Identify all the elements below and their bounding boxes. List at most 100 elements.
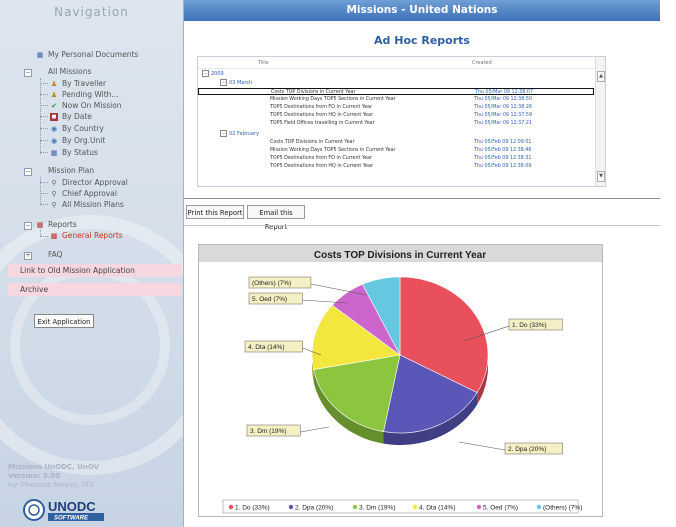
table-row[interactable]: TOP5 Field Offices travelling in Current…	[198, 120, 594, 127]
report-created: Thu 05/Feb 09 12:38:46	[474, 148, 532, 153]
legend-marker	[228, 504, 234, 510]
report-title: Costs TOP Divisions in Current Year	[270, 140, 355, 145]
magnifier-icon: ⚲	[51, 189, 57, 198]
sidebar-item-all-mission-plans[interactable]: ⚲ All Mission Plans	[50, 200, 123, 209]
expand-toggle-faq[interactable]: +	[24, 252, 32, 260]
report-title: Mission Working Days TOP5 Sections in Cu…	[270, 97, 396, 102]
sidebar-item-general-reports[interactable]: ▩ General Reports	[50, 231, 123, 240]
document-icon: ▦	[36, 50, 44, 59]
report-created: Thu 05/Mar 09 12:38:50	[474, 97, 533, 102]
legend-label: 2. Dpa (20%)	[295, 505, 333, 512]
tree-branch	[40, 204, 48, 205]
sidebar-item-label: Mission Plan	[48, 166, 95, 175]
chart-legend: 1. Do (33%) 2. Dpa (20%) 3. Dm (19%) 4. Dta…	[222, 499, 582, 514]
collapse-icon[interactable]: −	[220, 130, 227, 137]
tree-node-year[interactable]: − 2009	[202, 70, 224, 77]
print-report-button[interactable]: Print this Report	[186, 205, 244, 219]
sidebar-item-label: Director Approval	[62, 178, 128, 187]
link-old-mission-application[interactable]: Link to Old Mission Application	[8, 264, 182, 277]
data-label: 2. Dpa (20%)	[508, 446, 546, 453]
sidebar-item-now-on-mission[interactable]: ✔ Now On Mission	[50, 101, 122, 110]
tree-branch	[40, 236, 48, 237]
table-scrollbar[interactable]: ▲ ▼	[595, 57, 605, 186]
sidebar-item-pending-with[interactable]: ♟ Pending With...	[50, 90, 119, 99]
sidebar-item-my-personal-documents[interactable]: ▦ My Personal Documents	[36, 50, 139, 59]
legend-label: 1. Do (33%)	[235, 505, 270, 512]
sidebar-item-all-missions[interactable]: All Missions	[48, 67, 91, 76]
sidebar-item-by-traveller[interactable]: ♟ By Traveller	[50, 79, 106, 88]
tree-branch	[40, 128, 48, 129]
sidebar-item-reports[interactable]: ▩ Reports	[36, 220, 77, 229]
legend-marker	[352, 504, 358, 510]
navigation-sidebar: Navigation ▦ My Personal Documents − All…	[0, 0, 184, 527]
checkmark-icon: ✔	[51, 101, 57, 110]
tree-branch	[40, 83, 48, 84]
person-icon: ♟	[50, 90, 58, 99]
sidebar-item-label: Now On Mission	[62, 101, 122, 110]
month-label: 02 February	[229, 130, 260, 137]
window-title-bar: Missions - United Nations	[184, 0, 660, 21]
sidebar-item-director-approval[interactable]: ⚲ Director Approval	[50, 178, 128, 187]
tree-node-month[interactable]: − 03 March	[220, 79, 252, 86]
data-label: (Others) (7%)	[252, 280, 291, 287]
table-row[interactable]: TOP5 Destinations from FO in Current Yea…	[198, 104, 594, 111]
sidebar-item-label: General Reports	[62, 231, 123, 240]
header-divider	[198, 68, 594, 69]
sidebar-item-label: By Date	[62, 112, 92, 121]
report-created: Thu 05/Mar 09 12:37:59	[474, 113, 533, 118]
org-icon: ◉	[50, 136, 58, 145]
table-row[interactable]: TOP5 Destinations from HQ in Current Yea…	[198, 163, 594, 170]
table-row[interactable]: Mission Working Days TOP5 Sections in Cu…	[198, 96, 594, 103]
unodc-logo: UNODC SOFTWARE	[23, 499, 104, 522]
logo-text: UNODC	[48, 499, 96, 514]
data-label: 3. Dm (19%)	[250, 428, 286, 435]
collapse-toggle-all-missions[interactable]: −	[24, 69, 32, 77]
data-label-leader	[458, 441, 506, 451]
collapse-toggle-mission-plan[interactable]: −	[24, 168, 32, 176]
tree-node-month[interactable]: − 02 February	[220, 130, 259, 137]
month-label: 03 March	[229, 79, 253, 86]
navigation-title: Navigation	[54, 5, 129, 19]
email-report-button[interactable]: Email this Report	[247, 205, 305, 231]
collapse-icon[interactable]: −	[220, 79, 227, 86]
data-label: 1. Do (33%)	[512, 322, 547, 329]
table-row[interactable]: Costs TOP Divisions in Current Year Thu …	[198, 139, 594, 146]
person-icon: ♟	[50, 79, 58, 88]
tree-branch	[40, 116, 48, 117]
table-row[interactable]: TOP5 Destinations from HQ in Current Yea…	[198, 112, 594, 119]
scroll-up-icon[interactable]: ▲	[597, 71, 605, 82]
report-title: TOP5 Destinations from HQ in Current Yea…	[270, 164, 373, 169]
sidebar-item-by-org-unit[interactable]: ◉ By Org.Unit	[50, 136, 105, 145]
exit-application-button[interactable]: Exit Application	[34, 314, 94, 328]
table-row[interactable]: TOP5 Destinations from FO in Current Yea…	[198, 155, 594, 162]
table-row[interactable]: Mission Working Days TOP5 Sections in Cu…	[198, 147, 594, 154]
legend-label: (Others) (7%)	[543, 505, 582, 512]
data-label: 5. Oed (7%)	[252, 296, 287, 303]
sidebar-item-label: By Org.Unit	[62, 136, 106, 145]
report-created: Thu 05/Feb 09 12:38:09	[474, 164, 532, 169]
column-header-title: Title	[258, 60, 269, 66]
table-row[interactable]: Costs TOP Divisions in Current Year Thu …	[198, 88, 594, 95]
sidebar-item-mission-plan[interactable]: Mission Plan	[48, 166, 94, 175]
data-label: 4. Dta (14%)	[248, 344, 285, 351]
sidebar-item-label: Chief Approval	[62, 189, 117, 198]
collapse-toggle-reports[interactable]: −	[24, 222, 32, 230]
sidebar-item-archive[interactable]: Archive	[8, 283, 182, 296]
collapse-icon[interactable]: −	[202, 70, 209, 77]
sidebar-item-label: Reports	[48, 220, 77, 229]
sidebar-item-by-date[interactable]: ■ By Date	[50, 112, 92, 121]
data-label-leader	[300, 426, 330, 433]
report-title: Mission Working Days TOP5 Sections in Cu…	[270, 148, 396, 153]
sidebar-item-faq[interactable]: FAQ	[48, 250, 63, 259]
toolbar-divider-lower	[184, 225, 660, 226]
report-title: TOP5 Destinations from FO in Current Yea…	[270, 105, 373, 110]
sidebar-item-by-country[interactable]: ◉ By Country	[50, 124, 104, 133]
tree-connector	[40, 229, 41, 236]
pie-slices	[311, 276, 489, 434]
sidebar-item-by-status[interactable]: ▦ By Status	[50, 148, 98, 157]
sidebar-item-chief-approval[interactable]: ⚲ Chief Approval	[50, 189, 117, 198]
tree-branch	[40, 105, 48, 106]
scroll-down-icon[interactable]: ▼	[597, 171, 605, 182]
sidebar-item-label: All Missions	[48, 67, 92, 76]
magnifier-icon: ⚲	[51, 200, 57, 209]
